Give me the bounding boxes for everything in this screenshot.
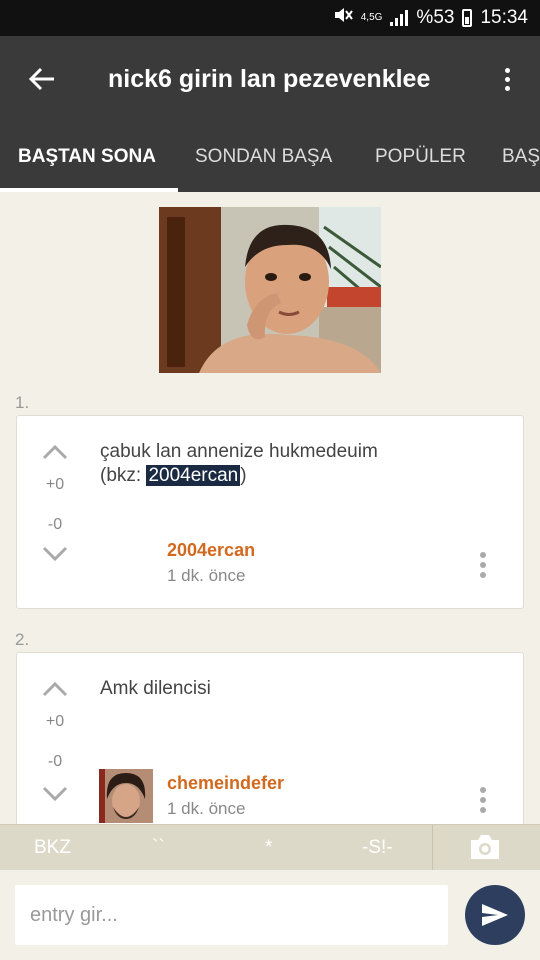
chevron-up-icon [42, 444, 68, 460]
topic-image[interactable] [159, 207, 381, 373]
battery-icon [462, 9, 473, 27]
signal-icon [390, 10, 409, 26]
avatar[interactable] [99, 769, 153, 823]
entry-card: +0 -0 çabuk lan annenize hukmedeuim (bkz… [16, 415, 524, 609]
tab-sondan-basa[interactable]: SONDAN BAŞA [195, 122, 332, 192]
entry-time: 1 dk. önce [167, 799, 246, 818]
entry-input[interactable] [15, 885, 448, 945]
tab-bas[interactable]: BAŞ [502, 122, 540, 192]
downvote-button[interactable] [40, 786, 70, 807]
entry-composer [0, 870, 540, 960]
author-link[interactable]: chemeindefer [167, 773, 284, 794]
entry-menu-button[interactable] [480, 552, 486, 578]
camera-button[interactable] [468, 833, 502, 863]
send-button[interactable] [465, 885, 525, 945]
entry-number: 2. [15, 630, 30, 649]
entry-text: Amk dilencisi [100, 678, 211, 699]
entry-number: 1. [15, 393, 30, 412]
downvote-button[interactable] [40, 546, 70, 567]
chevron-down-icon [42, 786, 68, 802]
overflow-menu-button[interactable] [474, 36, 540, 122]
downvote-count: -0 [47, 516, 63, 533]
arrow-left-icon [28, 67, 54, 91]
format-toolbar: BKZ `` * -S!- [0, 824, 540, 871]
bkz-button[interactable]: BKZ [34, 825, 71, 871]
clock: 15:34 [480, 7, 528, 28]
network-type: 4,5G [360, 12, 383, 23]
page-title: nick6 girin lan pezevenklee [108, 64, 431, 93]
status-bar: 4,5G %53 15:34 [0, 0, 540, 36]
back-button[interactable] [0, 36, 84, 122]
upvote-button[interactable] [40, 681, 70, 702]
more-vertical-icon [480, 787, 486, 793]
entry-menu-button[interactable] [480, 787, 486, 813]
downvote-count: -0 [47, 753, 63, 770]
upvote-button[interactable] [40, 444, 70, 465]
spoiler-button[interactable]: -S!- [362, 825, 393, 871]
tab-bastan-sona[interactable]: BAŞTAN SONA [18, 122, 156, 192]
entry-text: çabuk lan annenize hukmedeuim (bkz: 2004… [100, 441, 378, 486]
chevron-down-icon [42, 546, 68, 562]
camera-icon [471, 835, 499, 859]
hede-button[interactable]: `` [152, 825, 165, 871]
mute-icon [333, 6, 353, 30]
bkz-link[interactable]: 2004ercan [146, 465, 241, 486]
more-vertical-icon [480, 552, 486, 558]
toolbar-divider [432, 825, 433, 871]
chevron-up-icon [42, 681, 68, 697]
send-icon [482, 904, 508, 926]
battery-percent: %53 [416, 7, 455, 28]
more-vertical-icon [504, 67, 510, 73]
sort-tabs: BAŞTAN SONA SONDAN BAŞA POPÜLER BAŞ [0, 122, 540, 192]
upvote-count: +0 [45, 476, 65, 493]
entry-time: 1 dk. önce [167, 566, 246, 585]
app-bar: nick6 girin lan pezevenklee [0, 36, 540, 122]
star-button[interactable]: * [265, 825, 272, 871]
tab-populer[interactable]: POPÜLER [375, 122, 466, 192]
author-link[interactable]: 2004ercan [167, 540, 255, 561]
entry-card: +0 -0 Amk dilencisi chemeindefer 1 dk. ö… [16, 652, 524, 852]
upvote-count: +0 [45, 713, 65, 730]
active-tab-indicator [0, 188, 178, 192]
